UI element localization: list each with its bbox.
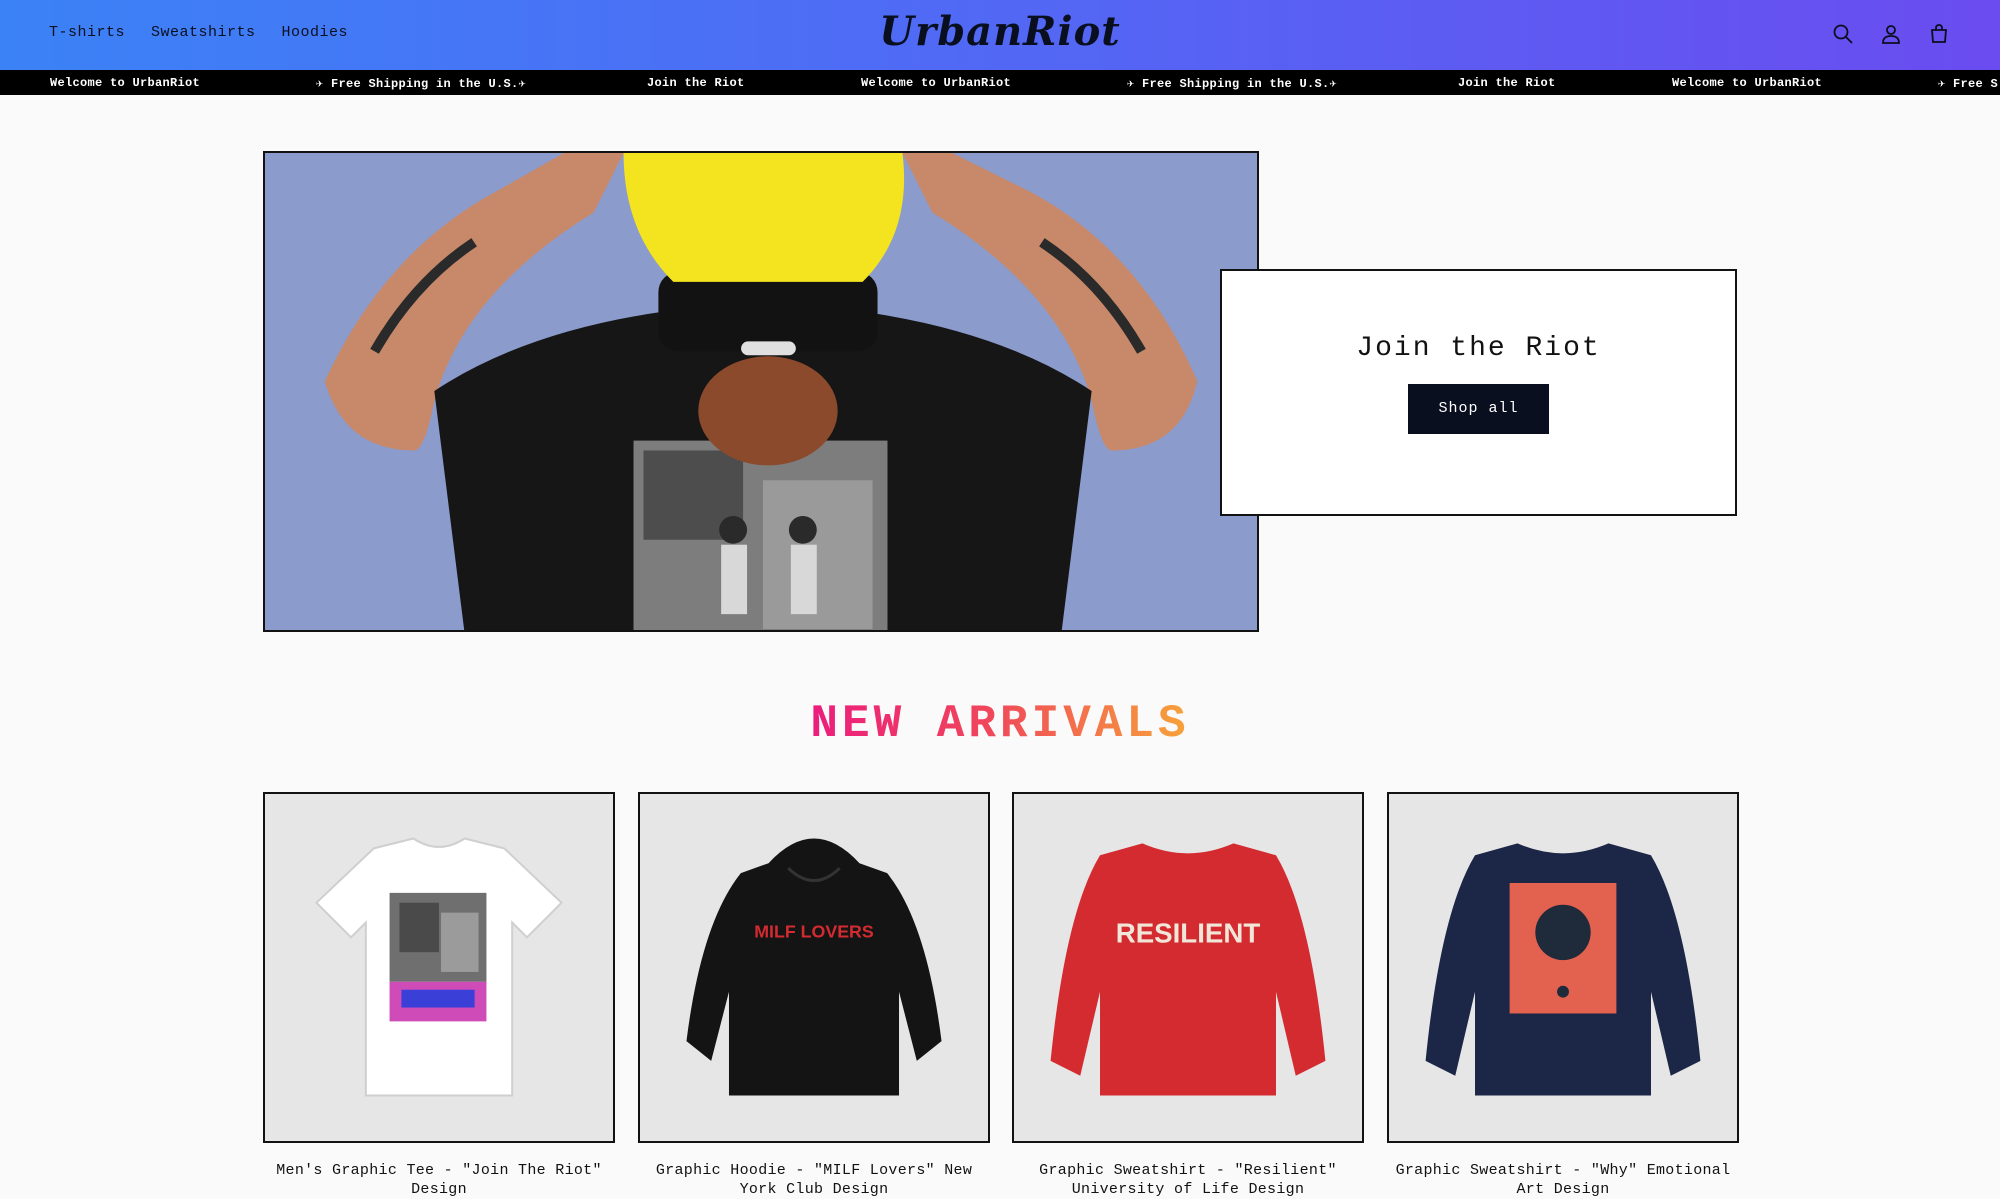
product-image[interactable]: MILF LOVERS <box>638 792 990 1143</box>
sweatshirt-photo <box>1425 843 1701 1096</box>
product-title[interactable]: Graphic Hoodie - "MILF Lovers" New York … <box>638 1161 990 1199</box>
hero-image <box>263 151 1259 632</box>
product-card[interactable]: Graphic Sweatshirt - "Why" Emotional Art… <box>1387 792 1739 1199</box>
product-title[interactable]: Graphic Sweatshirt - "Resilient" Univers… <box>1012 1161 1364 1199</box>
cart-icon[interactable] <box>1926 21 1952 47</box>
product-image[interactable]: RESILIENT <box>1012 792 1364 1143</box>
shop-all-button[interactable]: Shop all <box>1408 384 1549 434</box>
svg-text:MILF LOVERS: MILF LOVERS <box>754 921 874 941</box>
hero-card: Join the Riot Shop all <box>1220 269 1737 516</box>
product-card[interactable]: RESILIENT Graphic Sweatshirt - "Resilien… <box>1012 792 1364 1199</box>
new-arrivals-heading: NEW ARRIVALS <box>810 698 1190 750</box>
product-card[interactable]: Men's Graphic Tee - "Join The Riot" Desi… <box>263 792 615 1199</box>
search-icon[interactable] <box>1830 21 1856 47</box>
site-logo[interactable]: UrbanRiot <box>0 8 2000 55</box>
account-icon[interactable] <box>1878 21 1904 47</box>
new-arrivals-title: NEW ARRIVALS <box>0 698 2000 750</box>
hero-title: Join the Riot <box>1356 333 1601 364</box>
announcement-bar: Welcome to UrbanRiot ✈ Free Shipping in … <box>0 70 2000 95</box>
product-title[interactable]: Men's Graphic Tee - "Join The Riot" Desi… <box>263 1161 615 1199</box>
announcement-item: Join the Riot <box>647 76 745 90</box>
announcement-item: Welcome to UrbanRiot <box>861 76 1012 90</box>
header-icons <box>1830 21 1952 47</box>
announcement-item: Welcome to UrbanRiot <box>50 76 201 90</box>
announcement-item: ✈ Free S <box>1938 77 1999 91</box>
hero-photo <box>265 153 1257 630</box>
hoodie-photo: MILF LOVERS <box>686 838 942 1096</box>
announcement-item: Join the Riot <box>1458 76 1556 90</box>
product-image[interactable] <box>263 792 615 1143</box>
announcement-item: ✈ Free Shipping in the U.S.✈ <box>316 77 527 91</box>
product-title[interactable]: Graphic Sweatshirt - "Why" Emotional Art… <box>1387 1161 1739 1199</box>
product-card[interactable]: MILF LOVERS Graphic Hoodie - "MILF Lover… <box>638 792 990 1199</box>
announcement-item: ✈ Free Shipping in the U.S.✈ <box>1127 77 1338 91</box>
svg-text:RESILIENT: RESILIENT <box>1116 917 1261 948</box>
sweatshirt-photo: RESILIENT <box>1050 843 1326 1096</box>
tshirt-photo <box>314 837 564 1097</box>
site-header: T-shirts Sweatshirts Hoodies UrbanRiot <box>0 0 2000 70</box>
product-image[interactable] <box>1387 792 1739 1143</box>
announcement-item: Welcome to UrbanRiot <box>1672 76 1823 90</box>
